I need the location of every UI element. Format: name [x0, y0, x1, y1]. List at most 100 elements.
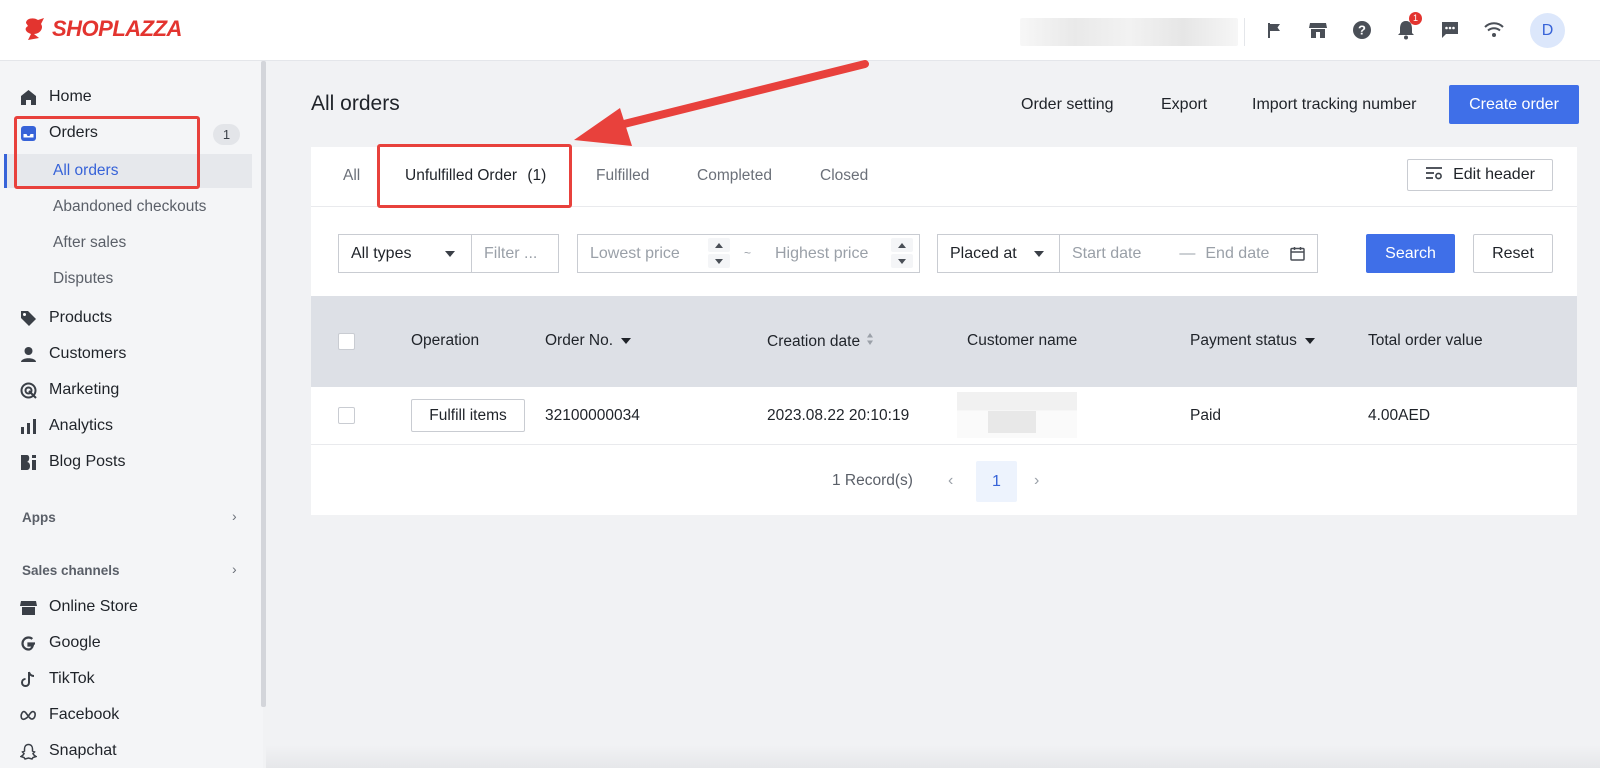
- end-date-placeholder: End date: [1205, 244, 1270, 262]
- orders-count-badge: 1: [213, 124, 240, 145]
- filter-input-placeholder: Filter ...: [484, 244, 538, 262]
- sort-icon: [866, 332, 874, 351]
- sidebar-item-label: Products: [49, 309, 113, 326]
- fulfill-items-button[interactable]: Fulfill items: [411, 399, 525, 432]
- date-type-select[interactable]: Placed at: [937, 234, 1060, 273]
- store-selector-redacted[interactable]: [1020, 18, 1238, 46]
- next-page-icon[interactable]: ›: [1034, 472, 1039, 490]
- creation-date-cell: 2023.08.22 20:10:19: [767, 407, 910, 424]
- bell-icon[interactable]: 1: [1394, 12, 1422, 42]
- type-select-value: All types: [351, 244, 412, 262]
- record-count: 1 Record(s): [832, 472, 913, 489]
- bottom-shadow: [266, 745, 1600, 768]
- select-all-checkbox[interactable]: [338, 333, 355, 350]
- sidebar-item-facebook[interactable]: Facebook: [20, 700, 119, 730]
- sidebar-item-snapchat[interactable]: Snapchat: [20, 736, 117, 766]
- home-icon: [20, 89, 37, 106]
- create-order-button[interactable]: Create order: [1449, 85, 1579, 124]
- date-separator: —: [1179, 244, 1196, 262]
- annotation-arrow-icon: [574, 60, 869, 146]
- snapchat-icon: [20, 743, 37, 760]
- top-bar: SHOPLAZZA ? 1 D: [0, 0, 1600, 61]
- stepper-up-icon[interactable]: [708, 238, 730, 252]
- stepper-down-icon[interactable]: [708, 254, 730, 268]
- order-number-cell[interactable]: 32100000034: [545, 407, 640, 425]
- column-header-order-no[interactable]: Order No.: [545, 332, 632, 350]
- tab-completed[interactable]: Completed: [697, 167, 772, 185]
- date-type-value: Placed at: [950, 244, 1017, 262]
- user-avatar[interactable]: D: [1530, 13, 1565, 48]
- sidebar-item-label: TikTok: [49, 670, 95, 687]
- chevron-right-icon[interactable]: ›: [232, 561, 237, 577]
- list-settings-icon: [1425, 166, 1443, 185]
- sidebar-item-label: Analytics: [49, 417, 114, 434]
- total-order-value-cell: 4.00AED: [1368, 407, 1431, 424]
- flag-icon[interactable]: [1262, 18, 1286, 42]
- sidebar-item-online-store[interactable]: Online Store: [20, 592, 138, 622]
- tab-all[interactable]: All: [343, 167, 360, 185]
- logo-mark-icon: [25, 18, 44, 40]
- type-select[interactable]: All types: [338, 234, 472, 273]
- search-button[interactable]: Search: [1366, 234, 1455, 273]
- sidebar-item-customers[interactable]: Customers: [20, 339, 126, 369]
- logo-text: SHOPLAZZA: [52, 16, 182, 41]
- sidebar-item-tiktok[interactable]: TikTok: [20, 664, 95, 694]
- caret-down-icon: [445, 251, 455, 257]
- stepper-down-icon[interactable]: [891, 254, 913, 268]
- svg-text:?: ?: [1358, 23, 1366, 38]
- tag-icon: [20, 310, 37, 327]
- import-tracking-button[interactable]: Import tracking number: [1252, 96, 1417, 114]
- sidebar-item-home[interactable]: Home: [20, 82, 92, 112]
- store-icon: [20, 599, 37, 616]
- wifi-icon[interactable]: [1482, 18, 1506, 42]
- row-checkbox[interactable]: [338, 407, 355, 424]
- sidebar-item-blog-posts[interactable]: Blog Posts: [20, 447, 125, 477]
- stepper-up-icon[interactable]: [891, 238, 913, 252]
- sidebar-item-label: Online Store: [49, 598, 138, 615]
- calendar-icon[interactable]: [1290, 246, 1305, 266]
- unfulfilled-tab-highlight-box: [377, 144, 572, 208]
- tiktok-icon: [20, 671, 37, 688]
- shoplazza-logo[interactable]: SHOPLAZZA: [22, 16, 182, 42]
- sidebar-subitem-after-sales[interactable]: After sales: [53, 231, 126, 255]
- sidebar-subitem-disputes[interactable]: Disputes: [53, 267, 113, 291]
- sidebar-item-label: Marketing: [49, 381, 120, 398]
- lowest-price-input[interactable]: Lowest price: [577, 234, 764, 273]
- blog-icon: [20, 454, 37, 471]
- bar-chart-icon: [20, 418, 37, 435]
- column-header-total-order-value: Total order value: [1368, 332, 1483, 349]
- sales-channels-section-label[interactable]: Sales channels: [22, 563, 120, 578]
- date-range-input[interactable]: Start date — End date: [1060, 234, 1318, 273]
- reset-button[interactable]: Reset: [1473, 234, 1553, 273]
- sidebar-item-label: Google: [49, 634, 101, 651]
- sidebar-scrollbar[interactable]: [261, 61, 266, 707]
- chat-icon[interactable]: [1438, 18, 1462, 42]
- sidebar-subitem-abandoned-checkouts[interactable]: Abandoned checkouts: [53, 195, 206, 219]
- price-range-separator: ~: [744, 246, 752, 260]
- export-button[interactable]: Export: [1161, 96, 1207, 114]
- previous-page-icon[interactable]: ‹: [948, 472, 953, 490]
- column-header-creation-date[interactable]: Creation date: [767, 332, 874, 351]
- topbar-divider: [1244, 18, 1245, 46]
- edit-header-button[interactable]: Edit header: [1407, 159, 1553, 191]
- sidebar-item-google[interactable]: Google: [20, 628, 101, 658]
- tab-fulfilled[interactable]: Fulfilled: [596, 167, 649, 185]
- order-setting-button[interactable]: Order setting: [1021, 96, 1113, 114]
- column-header-label: Creation date: [767, 332, 861, 350]
- highest-price-input[interactable]: Highest price: [763, 234, 920, 273]
- tab-closed[interactable]: Closed: [820, 167, 868, 185]
- sidebar-item-analytics[interactable]: Analytics: [20, 411, 113, 441]
- help-icon[interactable]: ?: [1350, 18, 1374, 42]
- filter-caret-icon: [1304, 338, 1315, 344]
- page-number-current[interactable]: 1: [976, 461, 1017, 502]
- sidebar-item-marketing[interactable]: Marketing: [20, 375, 119, 405]
- meta-icon: [20, 707, 37, 724]
- apps-section-label[interactable]: Apps: [22, 510, 56, 525]
- column-header-payment-status[interactable]: Payment status: [1190, 332, 1315, 350]
- chevron-right-icon[interactable]: ›: [232, 508, 237, 524]
- filter-input[interactable]: Filter ...: [471, 234, 559, 273]
- notification-badge: 1: [1409, 12, 1422, 25]
- column-header-label: Payment status: [1190, 332, 1297, 349]
- store-icon[interactable]: [1306, 18, 1330, 42]
- sidebar-item-products[interactable]: Products: [20, 303, 112, 333]
